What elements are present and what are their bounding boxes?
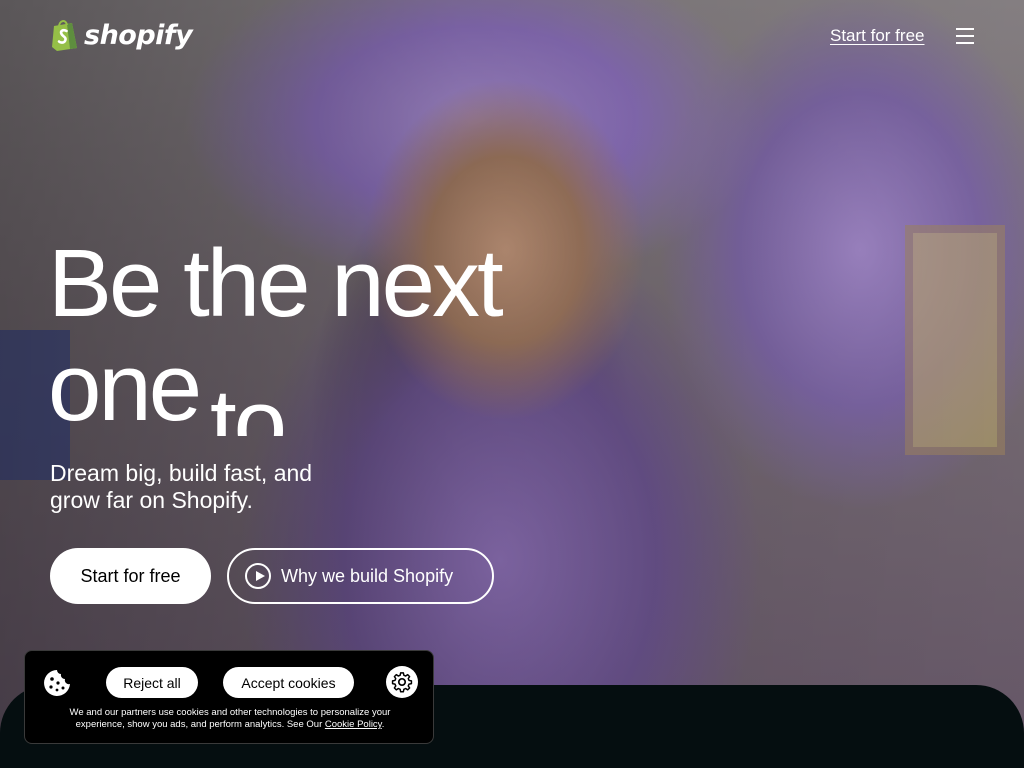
header-start-for-free-link[interactable]: Start for free [830,26,924,46]
cookie-policy-link[interactable]: Cookie Policy [325,719,382,730]
reject-all-button[interactable]: Reject all [106,667,198,698]
headline-animated-word: to [210,372,285,436]
headline-line-1: Be the next [48,230,504,337]
cookie-banner: Reject all Accept cookies We and our par… [24,650,434,744]
why-we-build-shopify-button[interactable]: Why we build Shopify [227,548,494,604]
shopify-logo[interactable]: shopify [50,18,193,52]
page: shopify Start for free Be the next one t… [0,0,1024,768]
cookie-notice-text: We and our partners use cookies and othe… [45,707,415,731]
start-for-free-button[interactable]: Start for free [50,548,211,604]
cookie-icon [44,670,70,696]
play-icon [245,563,271,589]
shopify-bag-icon [52,20,77,51]
why-we-build-label: Why we build Shopify [281,565,454,586]
hamburger-menu-icon[interactable] [956,28,974,44]
cookie-settings-button[interactable] [386,666,418,698]
accept-cookies-button[interactable]: Accept cookies [223,667,354,698]
logo-wordmark: shopify [84,19,193,51]
hero-subtitle: Dream big, build fast, and grow far on S… [50,460,313,513]
gear-icon [391,672,413,693]
cookie-notice-end: . [381,719,385,730]
